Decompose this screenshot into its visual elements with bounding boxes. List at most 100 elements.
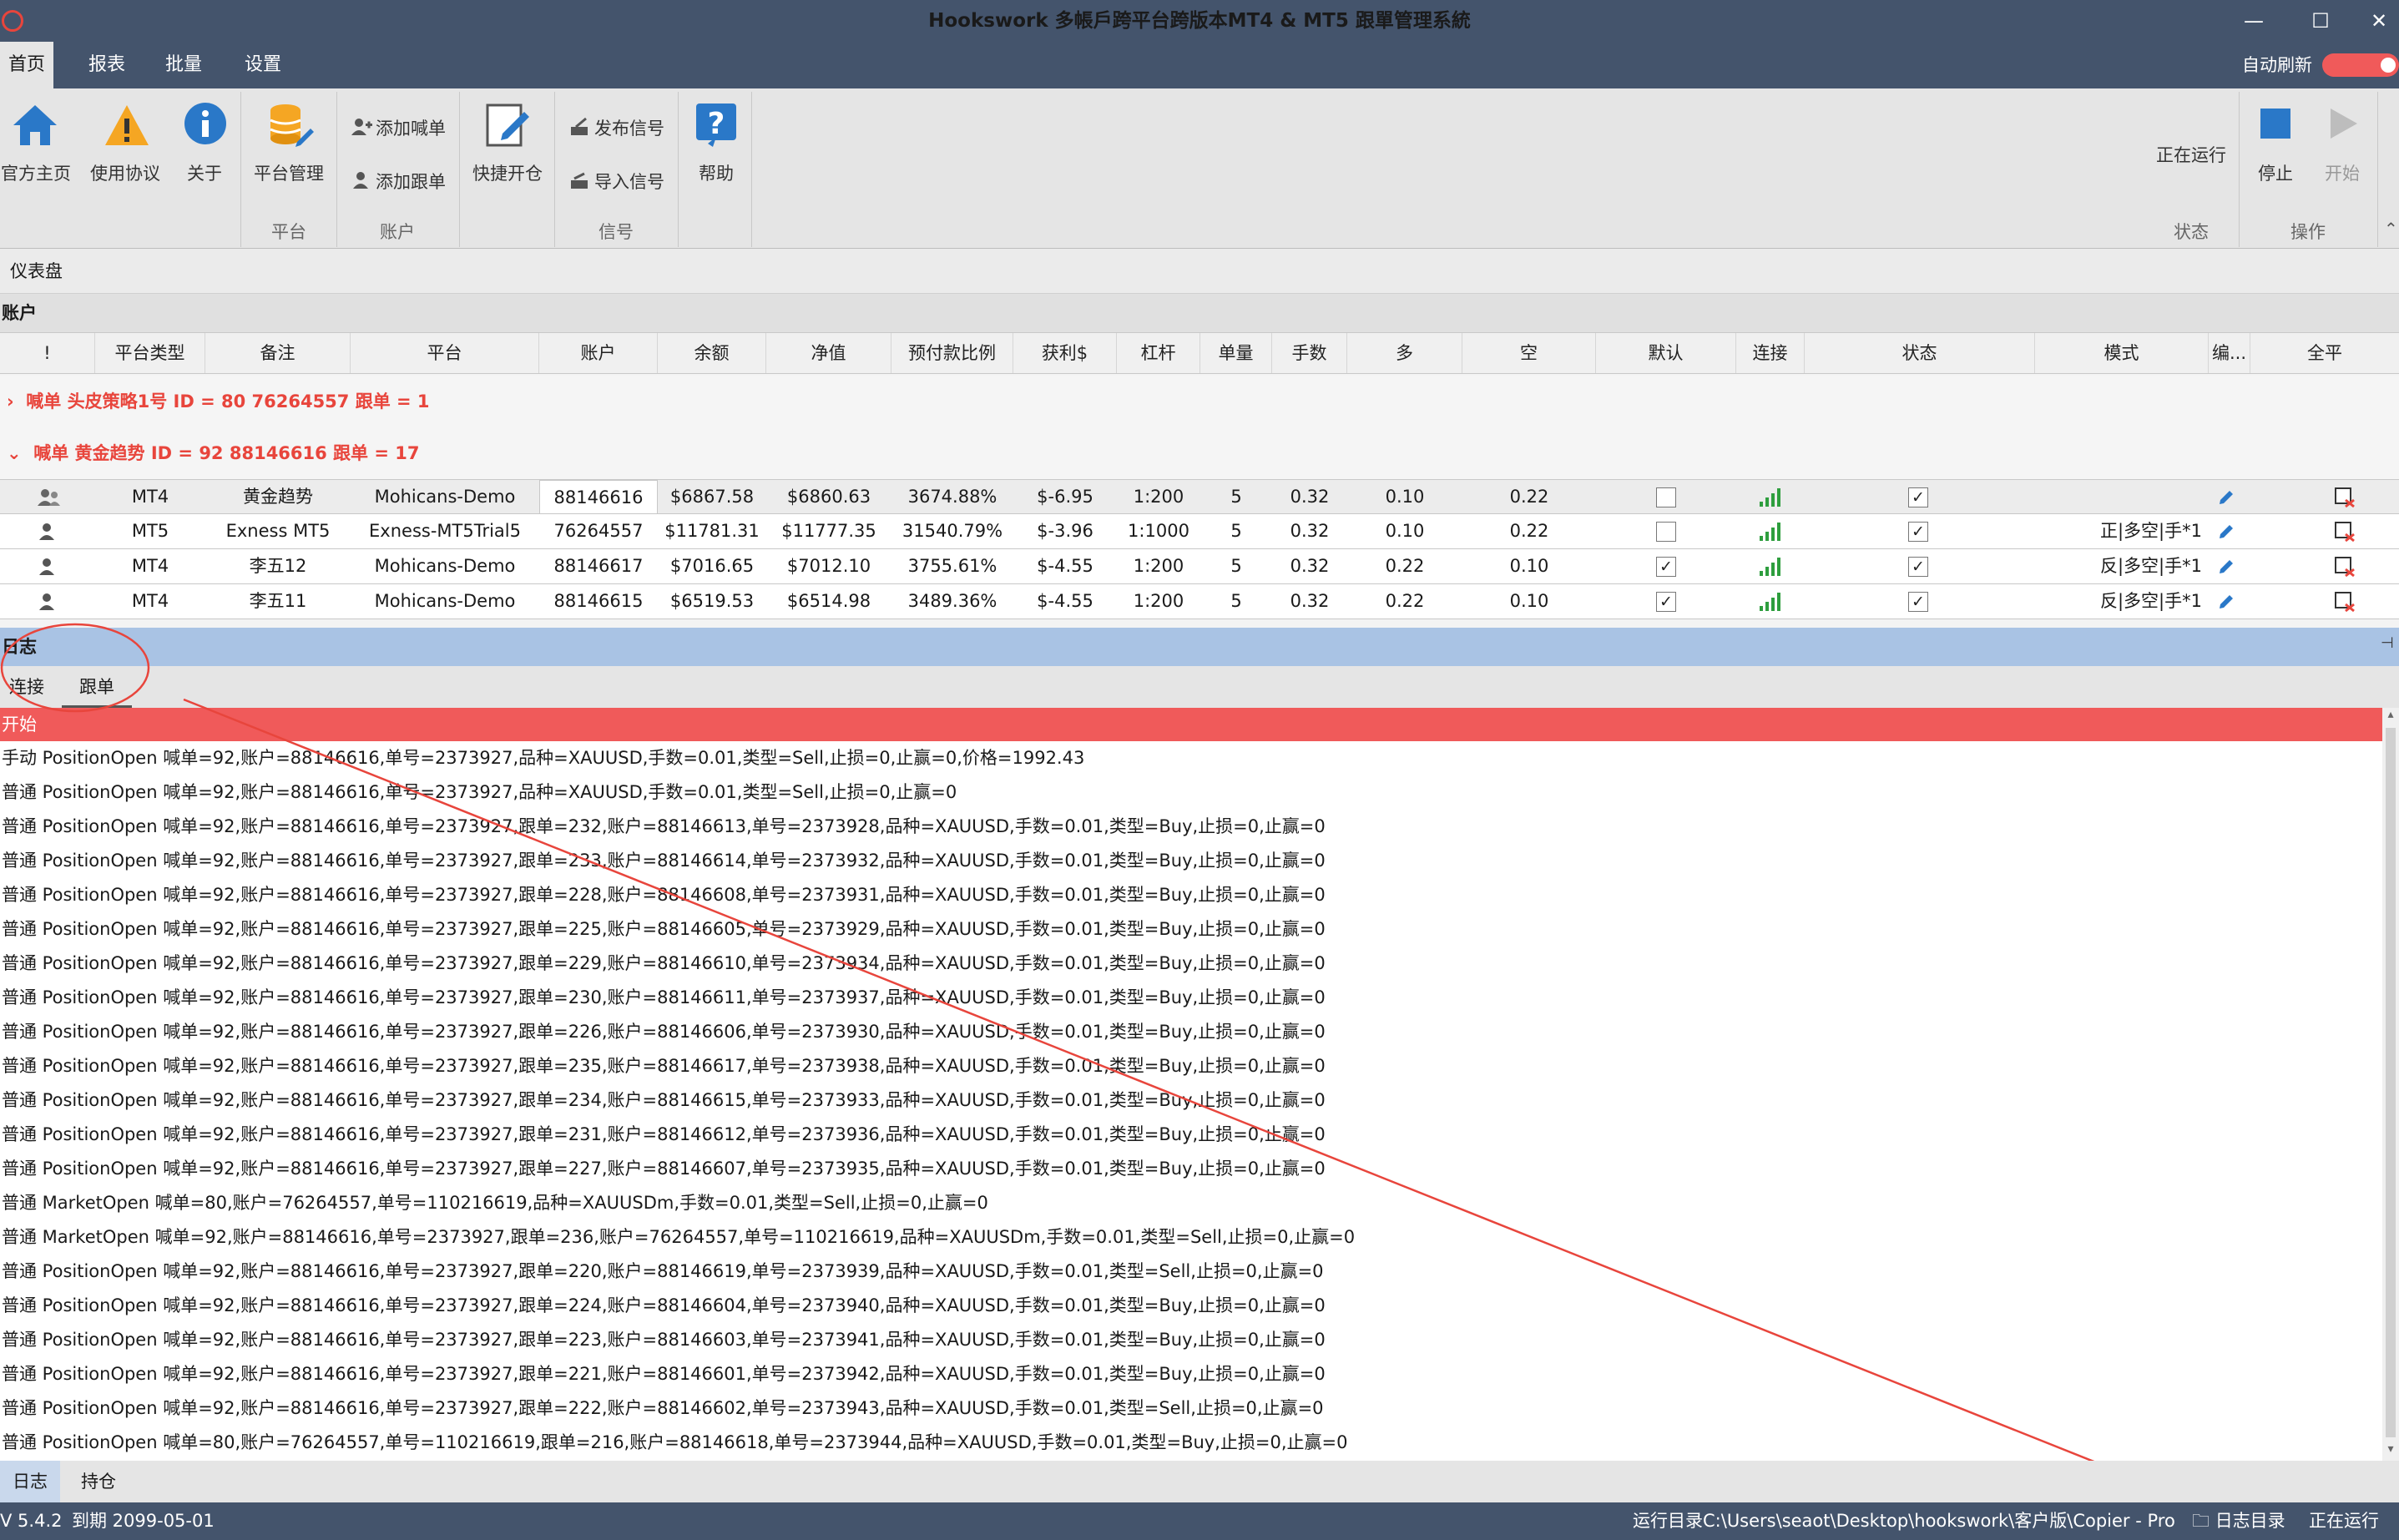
pencil-icon[interactable]: [2217, 593, 2235, 611]
table-row[interactable]: MT4 李五12 Mohicans-Demo 88146617 $7016.65…: [0, 549, 2399, 584]
pencil-icon[interactable]: [2217, 558, 2235, 576]
cell-account[interactable]: 88146616: [539, 480, 658, 514]
col-platform-type[interactable]: 平台类型: [95, 333, 205, 373]
running-status-text: 正在运行: [2156, 145, 2226, 165]
platform-mgmt-button[interactable]: 平台管理: [245, 97, 332, 194]
import-signal-label: 导入信号: [594, 172, 664, 192]
col-profit[interactable]: 获利$: [1013, 333, 1117, 373]
about-button[interactable]: 关于: [175, 97, 234, 194]
col-long[interactable]: 多: [1347, 333, 1462, 373]
status-checkbox[interactable]: ✓: [1908, 557, 1928, 577]
table-row[interactable]: MT4 黄金趋势 Mohicans-Demo 88146616 $6867.58…: [0, 479, 2399, 514]
scroll-down-icon[interactable]: ▾: [2382, 1442, 2399, 1459]
close-button[interactable]: ✕: [2354, 0, 2399, 42]
help-button[interactable]: ? 帮助: [683, 97, 750, 194]
default-checkbox[interactable]: [1656, 522, 1676, 542]
publish-signal-button[interactable]: 发布信号: [566, 110, 674, 144]
close-all-icon[interactable]: [2334, 556, 2356, 578]
collapse-chevron-icon[interactable]: ⌄: [7, 443, 22, 463]
col-platform[interactable]: 平台: [351, 333, 539, 373]
tab-log[interactable]: 日志: [0, 1461, 60, 1502]
scroll-thumb[interactable]: [2386, 728, 2396, 1437]
add-follower-button[interactable]: 添加跟单: [347, 164, 456, 197]
pencil-icon[interactable]: [2217, 523, 2235, 541]
status-checkbox[interactable]: ✓: [1908, 487, 1928, 507]
col-balance[interactable]: 余额: [658, 333, 766, 373]
pencil-icon[interactable]: [2217, 488, 2235, 507]
default-checkbox[interactable]: [1656, 487, 1676, 507]
close-all-icon[interactable]: [2334, 521, 2356, 543]
agreement-button[interactable]: 使用协议: [83, 97, 167, 194]
col-short[interactable]: 空: [1462, 333, 1596, 373]
log-scrollbar[interactable]: ▴ ▾: [2382, 708, 2399, 1461]
col-mode[interactable]: 模式: [2035, 333, 2209, 373]
log-dir-label: 日志目录: [2215, 1511, 2285, 1531]
status-checkbox[interactable]: ✓: [1908, 522, 1928, 542]
pin-icon[interactable]: ⊣: [2381, 634, 2394, 652]
signal-import-icon: [571, 172, 588, 189]
cell-orders: 5: [1230, 591, 1242, 611]
import-signal-button[interactable]: 导入信号: [566, 164, 674, 197]
col-alert[interactable]: !: [0, 333, 95, 373]
auto-refresh-toggle[interactable]: [2322, 53, 2399, 77]
play-icon: [2331, 109, 2357, 139]
cell-equity: $6514.98: [786, 591, 871, 611]
divider: [336, 92, 337, 247]
close-all-icon[interactable]: [2334, 487, 2356, 508]
cell-short: 0.22: [1509, 487, 1549, 507]
default-checkbox[interactable]: ✓: [1656, 557, 1676, 577]
menu-reports[interactable]: 报表: [82, 42, 132, 88]
tab-positions[interactable]: 持仓: [72, 1461, 125, 1502]
log-line: 普通 PositionOpen 喊单=92,账户=88146616,单号=237…: [2, 1330, 1326, 1350]
expiry-text: 到期 2099-05-01: [72, 1511, 215, 1531]
accounts-header: 账户: [0, 294, 2399, 332]
status-checkbox[interactable]: ✓: [1908, 592, 1928, 612]
menu-home[interactable]: 首页: [0, 42, 53, 88]
col-margin-ratio[interactable]: 预付款比例: [891, 333, 1013, 373]
menu-batch[interactable]: 批量: [159, 42, 209, 88]
col-edit[interactable]: 编...: [2209, 333, 2250, 373]
ribbon-collapse-icon[interactable]: ⌃: [2384, 219, 2398, 239]
log-line: 普通 PositionOpen 喊单=92,账户=88146616,单号=237…: [2, 1022, 1326, 1042]
log-line: 普通 PositionOpen 喊单=92,账户=88146616,单号=237…: [2, 953, 1326, 973]
log-line: 普通 PositionOpen 喊单=92,账户=88146616,单号=237…: [2, 885, 1326, 905]
col-default[interactable]: 默认: [1596, 333, 1736, 373]
tab-follow[interactable]: 跟单: [62, 666, 132, 708]
expand-chevron-icon[interactable]: ›: [7, 391, 14, 412]
add-caller-button[interactable]: 添加喊单: [347, 110, 456, 144]
user-icon: [353, 172, 368, 189]
col-leverage[interactable]: 杠杆: [1117, 333, 1200, 373]
col-connection[interactable]: 连接: [1736, 333, 1805, 373]
menu-settings[interactable]: 设置: [238, 42, 288, 88]
table-row[interactable]: MT5 Exness MT5 Exness-MT5Trial5 76264557…: [0, 514, 2399, 549]
col-lots[interactable]: 手数: [1272, 333, 1347, 373]
platform-mgmt-label: 平台管理: [254, 164, 324, 184]
tab-connection[interactable]: 连接: [0, 666, 53, 708]
table-row[interactable]: MT4 李五11 Mohicans-Demo 88146615 $6519.53…: [0, 584, 2399, 619]
help-icon: ?: [696, 104, 736, 147]
log-dir-button[interactable]: 🗀 日志目录: [2192, 1502, 2285, 1540]
col-account[interactable]: 账户: [539, 333, 658, 373]
stop-button[interactable]: 停止: [2245, 97, 2306, 194]
cell-equity: $11777.35: [781, 521, 876, 541]
start-button[interactable]: 开始: [2312, 97, 2372, 194]
cell-long: 0.10: [1385, 521, 1425, 541]
close-all-icon[interactable]: [2334, 591, 2356, 613]
dashboard-bar: 仪表盘: [0, 249, 2399, 294]
col-orders[interactable]: 单量: [1200, 333, 1272, 373]
group-row[interactable]: ⌄ 喊单 黄金趋势 ID = 92 88146616 跟单 = 17: [0, 427, 2399, 479]
cell-account: 76264557: [553, 521, 644, 541]
home-button[interactable]: 官方主页: [0, 97, 72, 194]
quick-open-button[interactable]: 快捷开仓: [464, 97, 551, 194]
maximize-button[interactable]: ☐: [2295, 0, 2346, 42]
minimize-button[interactable]: —: [2229, 0, 2279, 42]
default-checkbox[interactable]: ✓: [1656, 592, 1676, 612]
col-close-all[interactable]: 全平: [2250, 333, 2399, 373]
cell-orders: 5: [1230, 521, 1242, 541]
col-note[interactable]: 备注: [205, 333, 351, 373]
group-row[interactable]: › 喊单 头皮策略1号 ID = 80 76264557 跟单 = 1: [0, 376, 2399, 427]
signal-bars-icon: [1760, 488, 1780, 507]
col-equity[interactable]: 净值: [766, 333, 891, 373]
col-status[interactable]: 状态: [1805, 333, 2035, 373]
scroll-up-icon[interactable]: ▴: [2382, 708, 2399, 725]
